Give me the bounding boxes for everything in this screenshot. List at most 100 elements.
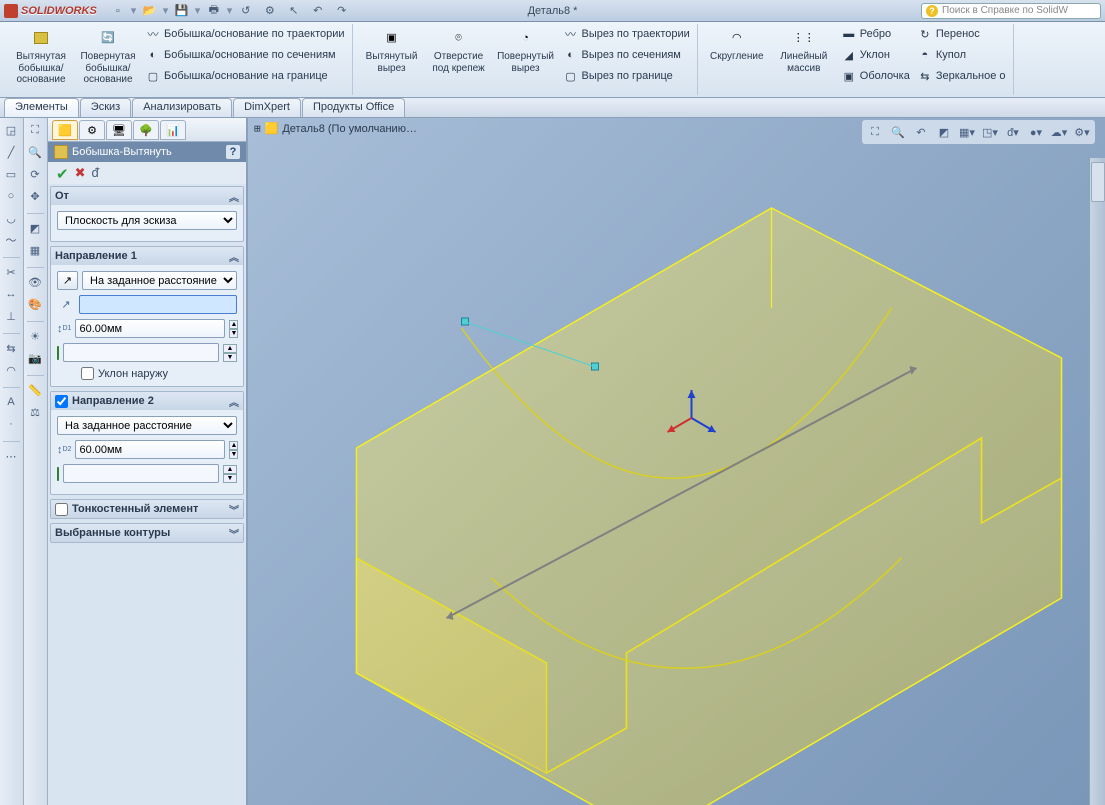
view-orientation-button[interactable]: ◲ xyxy=(0,120,22,140)
zoom-fit-button[interactable]: ⛶ xyxy=(24,120,46,140)
draft1-down[interactable]: ▼ xyxy=(223,353,237,362)
scene-button[interactable]: ☀ xyxy=(24,326,46,346)
undo-button[interactable]: ↶ xyxy=(307,2,329,20)
depth1-up[interactable]: ▲ xyxy=(229,320,238,329)
depth2-down[interactable]: ▼ xyxy=(229,450,238,459)
pan-button[interactable]: ✥ xyxy=(24,186,46,206)
tab-evaluate[interactable]: Анализировать xyxy=(132,98,232,117)
swept-boss-button[interactable]: 〰Бобышка/основание по траектории xyxy=(142,24,348,44)
open-button[interactable]: 📂 xyxy=(139,2,161,20)
redo-button[interactable]: ↷ xyxy=(331,2,353,20)
draft2-down[interactable]: ▼ xyxy=(223,474,237,483)
draft1-input[interactable] xyxy=(63,343,219,362)
circle-button[interactable]: ○ xyxy=(0,186,22,206)
pm-cancel-button[interactable]: ✖ xyxy=(75,165,86,181)
point-button[interactable]: · xyxy=(0,414,22,434)
save-button[interactable]: 💾 xyxy=(171,2,193,20)
from-group-header[interactable]: От︽ xyxy=(51,187,243,205)
task-pane-tab[interactable] xyxy=(1091,162,1105,202)
wrap-button[interactable]: ↻Перенос xyxy=(914,24,1009,44)
end-condition2-select[interactable]: На заданное расстояние xyxy=(57,416,237,435)
pm-tab-tree[interactable]: 🌳 xyxy=(133,120,159,140)
options-button[interactable]: ⚙ xyxy=(259,2,281,20)
reverse-direction1-button[interactable]: ↗ xyxy=(57,271,78,290)
thin-feature-group-header[interactable]: Тонкостенный элемент︾ xyxy=(51,500,243,518)
draft2-up[interactable]: ▲ xyxy=(223,465,237,474)
draft2-input[interactable] xyxy=(63,464,219,483)
rect-button[interactable]: ▭ xyxy=(0,164,22,184)
depth1-down[interactable]: ▼ xyxy=(229,329,238,338)
direction1-group-header[interactable]: Направление 1︽ xyxy=(51,247,243,265)
direction-vector-input[interactable] xyxy=(79,295,237,314)
hide-show-button[interactable]: 👁 xyxy=(24,272,46,292)
selected-contours-group-header[interactable]: Выбранные контуры︾ xyxy=(51,524,243,542)
dome-button[interactable]: ◓Купол xyxy=(914,45,1009,65)
fillet-button[interactable]: ◠Скругление xyxy=(704,24,770,66)
rib-button[interactable]: ▬Ребро xyxy=(838,24,913,44)
section-view-button[interactable]: ◩ xyxy=(24,218,46,238)
pm-help-button[interactable]: ? xyxy=(226,145,240,159)
direction2-enable-checkbox[interactable] xyxy=(55,395,68,408)
rebuild-button[interactable]: ↺ xyxy=(235,2,257,20)
tab-features[interactable]: Элементы xyxy=(4,98,79,117)
spline-button[interactable]: 〜 xyxy=(0,230,22,250)
model-preview xyxy=(248,118,1105,805)
select-button[interactable]: ↖ xyxy=(283,2,305,20)
revolved-boss-button[interactable]: 🔄 Повернутая бобышка/основание xyxy=(75,24,141,89)
draft-icon-button[interactable] xyxy=(57,347,59,359)
graphics-area[interactable]: ⊞ 🟨 Деталь8 (По умолчанию… ⛶ 🔍 ↶ ◩ ▦▾ ◳▾… xyxy=(248,118,1105,805)
depth1-input[interactable] xyxy=(75,319,225,338)
extruded-cut-button[interactable]: ▣Вытянутый вырез xyxy=(359,24,425,77)
zoom-area-button[interactable]: 🔍 xyxy=(24,142,46,162)
mirror-sketch-button[interactable]: ⇆ xyxy=(0,338,22,358)
pm-detailed-button[interactable]: ᵭ xyxy=(91,165,98,181)
swept-cut-button[interactable]: 〰Вырез по траектории xyxy=(560,24,693,44)
arc-button[interactable]: ◡ xyxy=(0,208,22,228)
draft-outward-checkbox[interactable]: Уклон наружу xyxy=(81,367,237,380)
camera-button[interactable]: 📷 xyxy=(24,348,46,368)
pm-tab-config[interactable]: ⚙ xyxy=(79,120,105,140)
display-style-button[interactable]: ▦ xyxy=(24,240,46,260)
print-button[interactable]: 🖶 xyxy=(203,2,225,20)
draft2-icon-button[interactable] xyxy=(57,468,59,480)
help-search[interactable]: ? Поиск в Справке по SolidW xyxy=(921,3,1101,19)
new-button[interactable]: ▫ xyxy=(107,2,129,20)
lofted-cut-button[interactable]: ◐Вырез по сечениям xyxy=(560,45,693,65)
depth2-up[interactable]: ▲ xyxy=(229,441,238,450)
boundary-cut-button[interactable]: ▢Вырез по границе xyxy=(560,66,693,86)
line-button[interactable]: ╱ xyxy=(0,142,22,162)
draft1-up[interactable]: ▲ xyxy=(223,344,237,353)
tab-sketch[interactable]: Эскиз xyxy=(80,98,131,117)
relation-button[interactable]: ⊥ xyxy=(0,306,22,326)
hole-wizard-button[interactable]: ⌾Отверстие под крепеж xyxy=(426,24,492,77)
rotate-view-button[interactable]: ⟳ xyxy=(24,164,46,184)
pm-tab-feature[interactable]: 🟨 xyxy=(52,120,78,140)
fillet-sketch-button[interactable]: ◠ xyxy=(0,360,22,380)
direction2-group-header[interactable]: Направление 2︽ xyxy=(51,392,243,410)
mirror-button[interactable]: ⇆Зеркальное о xyxy=(914,66,1009,86)
pm-tab-study[interactable]: 📊 xyxy=(160,120,186,140)
linear-pattern-button[interactable]: ⋮⋮Линейный массив xyxy=(771,24,837,77)
end-condition1-select[interactable]: На заданное расстояние xyxy=(82,271,237,290)
tab-office[interactable]: Продукты Office xyxy=(302,98,405,117)
measure-button[interactable]: 📏 xyxy=(24,380,46,400)
thin-feature-checkbox[interactable] xyxy=(55,503,68,516)
mass-button[interactable]: ⚖ xyxy=(24,402,46,422)
appearance-button[interactable]: 🎨 xyxy=(24,294,46,314)
more-button[interactable]: ⋯ xyxy=(0,446,22,466)
pm-tab-display[interactable]: 🖥 xyxy=(106,120,132,140)
shell-button[interactable]: ▣Оболочка xyxy=(838,66,913,86)
tab-dimxpert[interactable]: DimXpert xyxy=(233,98,301,117)
pm-ok-button[interactable]: ✔ xyxy=(56,165,69,181)
dim-button[interactable]: ↔ xyxy=(0,284,22,304)
draft-button[interactable]: ◢Уклон xyxy=(838,45,913,65)
revolved-cut-button[interactable]: ◔Повернутый вырез xyxy=(493,24,559,77)
boundary-boss-button[interactable]: ▢Бобышка/основание на границе xyxy=(142,66,348,86)
task-pane[interactable] xyxy=(1089,158,1105,805)
text-button[interactable]: A xyxy=(0,392,22,412)
depth2-input[interactable] xyxy=(75,440,225,459)
lofted-boss-button[interactable]: ◐Бобышка/основание по сечениям xyxy=(142,45,348,65)
from-select[interactable]: Плоскость для эскиза xyxy=(57,211,237,230)
extruded-boss-button[interactable]: Вытянутая бобышка/основание xyxy=(8,24,74,89)
trim-button[interactable]: ✂ xyxy=(0,262,22,282)
